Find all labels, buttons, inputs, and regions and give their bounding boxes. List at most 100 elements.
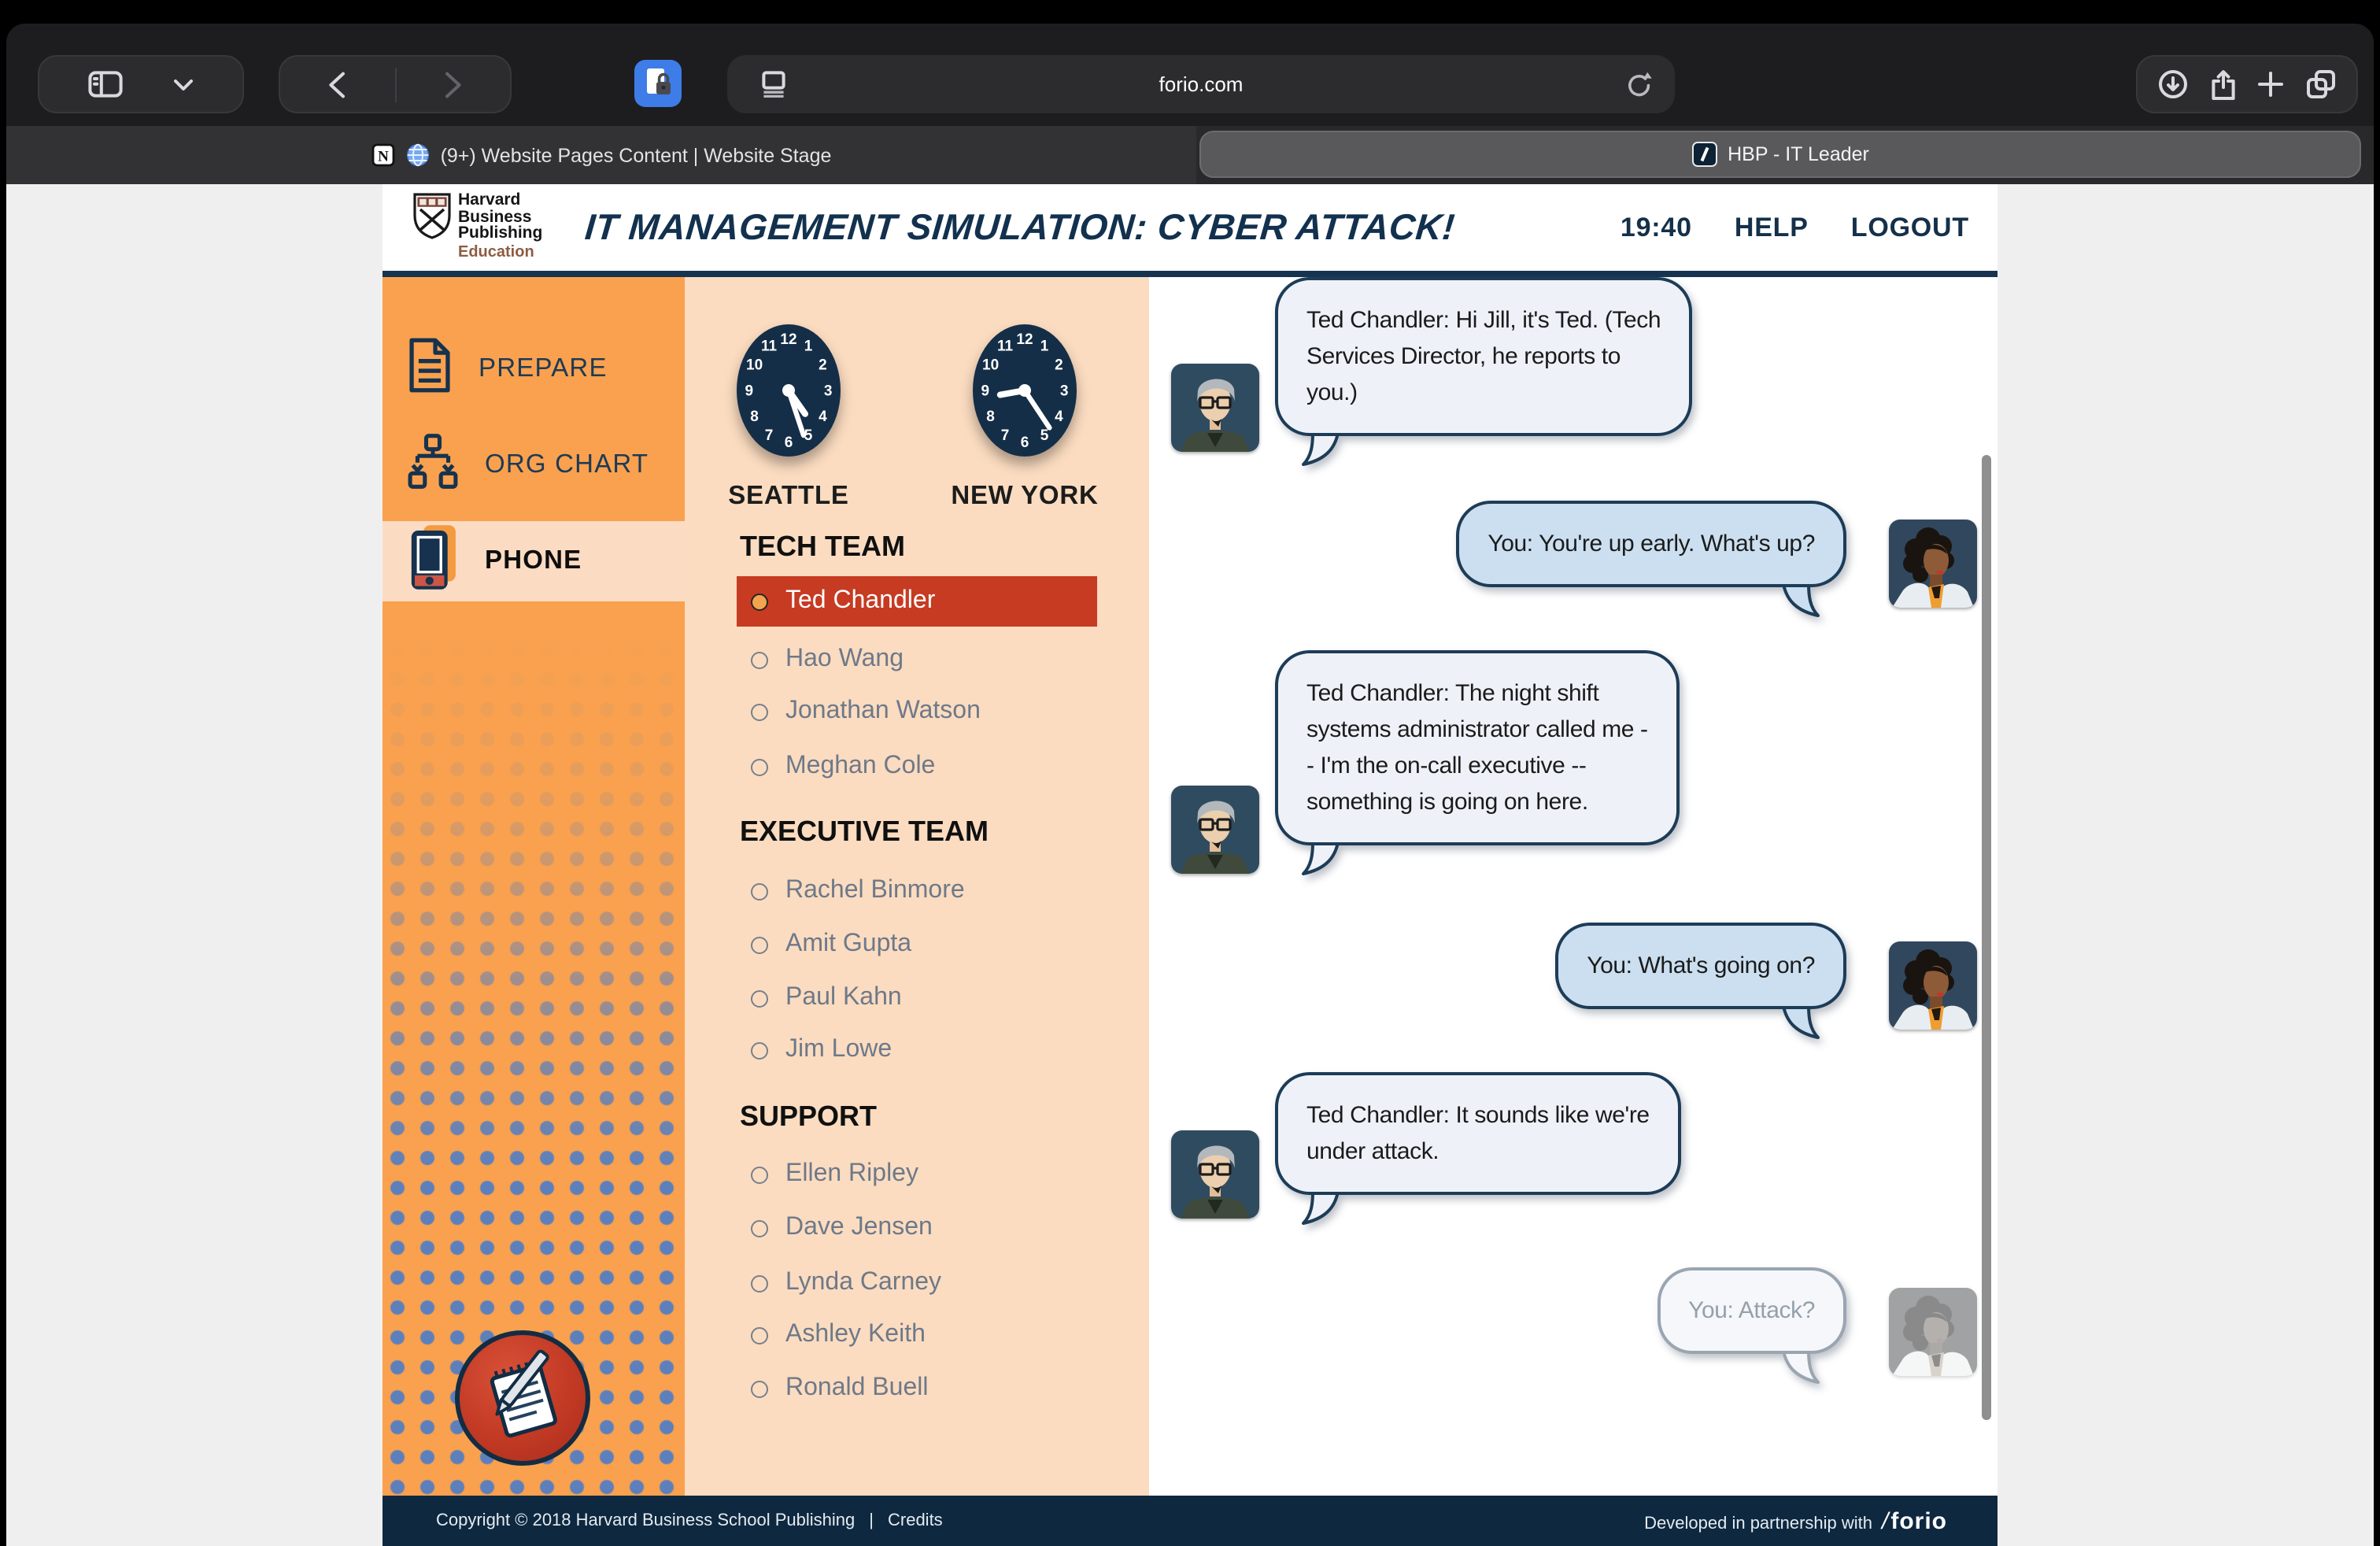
contact-amit-gupta[interactable]: Amit Gupta	[737, 919, 1097, 970]
contact-bullet-icon	[751, 1326, 768, 1344]
hbp-shield-icon	[412, 192, 452, 239]
browser-toolbar: forio.com	[6, 24, 2374, 126]
simulation-page: Harvard Business Publishing Education IT…	[382, 184, 1998, 1546]
tab-hbp-it-leader[interactable]: HBP - IT Leader	[1199, 131, 2361, 178]
svg-text:10: 10	[982, 357, 999, 374]
logout-link[interactable]: LOGOUT	[1851, 212, 1969, 243]
contact-bullet-icon	[751, 758, 768, 775]
tab-overview-icon[interactable]	[2305, 69, 2335, 99]
contact-jim-lowe[interactable]: Jim Lowe	[737, 1025, 1097, 1075]
avatar-you	[1889, 1288, 1977, 1376]
contact-rachel-binmore[interactable]: Rachel Binmore	[737, 866, 1097, 916]
hbp-logo: Harvard Business Publishing Education	[412, 192, 542, 261]
chat-bubble: Ted Chandler: It sounds like we're under…	[1275, 1072, 1681, 1195]
sidebar-item-label: PREPARE	[479, 353, 608, 383]
contact-paul-kahn[interactable]: Paul Kahn	[737, 973, 1097, 1023]
clock-new-york: 123456789101112	[946, 304, 1103, 488]
new-tab-icon[interactable]	[2257, 71, 2284, 98]
svg-text:7: 7	[1001, 427, 1010, 444]
contact-dave-jensen[interactable]: Dave Jensen	[737, 1203, 1097, 1253]
sidebar-item-label: PHONE	[485, 546, 582, 576]
contact-bullet-icon	[751, 1041, 768, 1059]
chat-message-you: You: Attack?	[1657, 1267, 1846, 1354]
sidebar-toggle-button[interactable]	[38, 55, 244, 113]
chat-message-ted: Ted Chandler: The night shift systems ad…	[1275, 650, 1680, 845]
clock-city-label: SEATTLE	[728, 482, 849, 512]
forward-icon[interactable]	[444, 70, 463, 98]
contact-bullet-icon	[751, 989, 768, 1007]
contact-name: Ashley Keith	[785, 1321, 926, 1349]
sidebar-item-prepare[interactable]: PREPARE	[382, 342, 685, 395]
share-icon[interactable]	[2210, 68, 2237, 100]
page-header: Harvard Business Publishing Education IT…	[382, 184, 1998, 277]
webview: Harvard Business Publishing Education IT…	[6, 184, 2374, 1546]
contact-ronald-buell[interactable]: Ronald Buell	[737, 1363, 1097, 1414]
svg-text:N: N	[378, 148, 389, 165]
address-bar[interactable]: forio.com	[727, 55, 1675, 113]
contact-bullet-icon	[751, 1166, 768, 1183]
contact-name: Meghan Cole	[785, 753, 935, 781]
help-link[interactable]: HELP	[1735, 212, 1809, 243]
contact-name: Ted Chandler	[785, 587, 935, 616]
chat-message-ted: Ted Chandler: It sounds like we're under…	[1275, 1072, 1681, 1195]
contact-bullet-icon	[751, 1219, 768, 1237]
svg-text:4: 4	[819, 409, 827, 425]
chat-bubble: You: What's going on?	[1555, 923, 1846, 1009]
notion-icon: N	[371, 143, 395, 167]
sidebar-item-phone[interactable]: PHONE	[382, 521, 685, 601]
svg-text:4: 4	[1055, 409, 1063, 425]
sidebar-item-org-chart[interactable]: ORG CHART	[382, 438, 685, 491]
url-text[interactable]: forio.com	[727, 72, 1675, 96]
notepad-badge-icon[interactable]	[455, 1330, 590, 1466]
chat-message-you: You: You're up early. What's up?	[1456, 501, 1846, 587]
contact-section-title: SUPPORT	[740, 1100, 877, 1134]
refresh-icon[interactable]	[1626, 70, 1653, 98]
sidebar-icon	[89, 71, 124, 98]
contact-bullet-icon	[751, 936, 768, 953]
chat-bubble: You: You're up early. What's up?	[1456, 501, 1846, 587]
svg-text:6: 6	[785, 435, 793, 451]
svg-text:8: 8	[986, 409, 995, 425]
svg-text:9: 9	[745, 383, 754, 399]
svg-text:10: 10	[746, 357, 763, 374]
logo-line: Business	[458, 209, 542, 225]
svg-text:5: 5	[1040, 427, 1049, 444]
contact-bullet-icon	[751, 1380, 768, 1397]
avatar-ted-chandler	[1171, 364, 1259, 452]
avatar-ted-chandler	[1171, 786, 1259, 874]
chat-message-ted: Ted Chandler: Hi Jill, it's Ted. (Tech S…	[1275, 277, 1692, 436]
contact-name: Paul Kahn	[785, 984, 902, 1012]
svg-text:3: 3	[824, 383, 833, 399]
copyright-text: Copyright © 2018 Harvard Business School…	[436, 1511, 855, 1530]
credits-link[interactable]: Credits	[888, 1511, 943, 1530]
contact-ellen-ripley[interactable]: Ellen Ripley	[737, 1149, 1097, 1200]
back-icon[interactable]	[328, 70, 347, 98]
svg-text:11: 11	[761, 338, 778, 355]
toolbar-right-buttons	[2136, 55, 2358, 113]
svg-text:2: 2	[1055, 357, 1063, 374]
contact-bullet-icon	[751, 593, 768, 610]
contact-bullet-icon	[751, 882, 768, 900]
password-extension-icon[interactable]	[634, 60, 682, 107]
contact-section-title: EXECUTIVE TEAM	[740, 816, 989, 849]
globe-icon	[406, 143, 430, 167]
sidebar-item-label: ORG CHART	[485, 449, 649, 479]
contact-ted-chandler[interactable]: Ted Chandler	[737, 576, 1097, 627]
reader-icon[interactable]	[762, 71, 785, 98]
svg-text:2: 2	[819, 357, 827, 374]
svg-text:3: 3	[1060, 383, 1069, 399]
contact-jonathan-watson[interactable]: Jonathan Watson	[737, 686, 1097, 737]
contact-ashley-keith[interactable]: Ashley Keith	[737, 1310, 1097, 1360]
downloads-icon[interactable]	[2159, 69, 2189, 99]
contact-name: Amit Gupta	[785, 930, 911, 959]
chat-scrollbar[interactable]	[1982, 455, 1991, 1420]
page-title: IT MANAGEMENT SIMULATION: CYBER ATTACK!	[583, 206, 1457, 249]
divider	[394, 67, 396, 102]
contact-meghan-cole[interactable]: Meghan Cole	[737, 742, 1097, 792]
tab-website-pages[interactable]: N (9+) Website Pages Content | Website S…	[6, 126, 1196, 184]
contact-hao-wang[interactable]: Hao Wang	[737, 634, 1097, 685]
svg-text:12: 12	[1016, 331, 1033, 348]
contact-lynda-carney[interactable]: Lynda Carney	[737, 1258, 1097, 1308]
partnership-text: Developed in partnership with	[1644, 1514, 1872, 1533]
svg-text:1: 1	[804, 338, 813, 355]
